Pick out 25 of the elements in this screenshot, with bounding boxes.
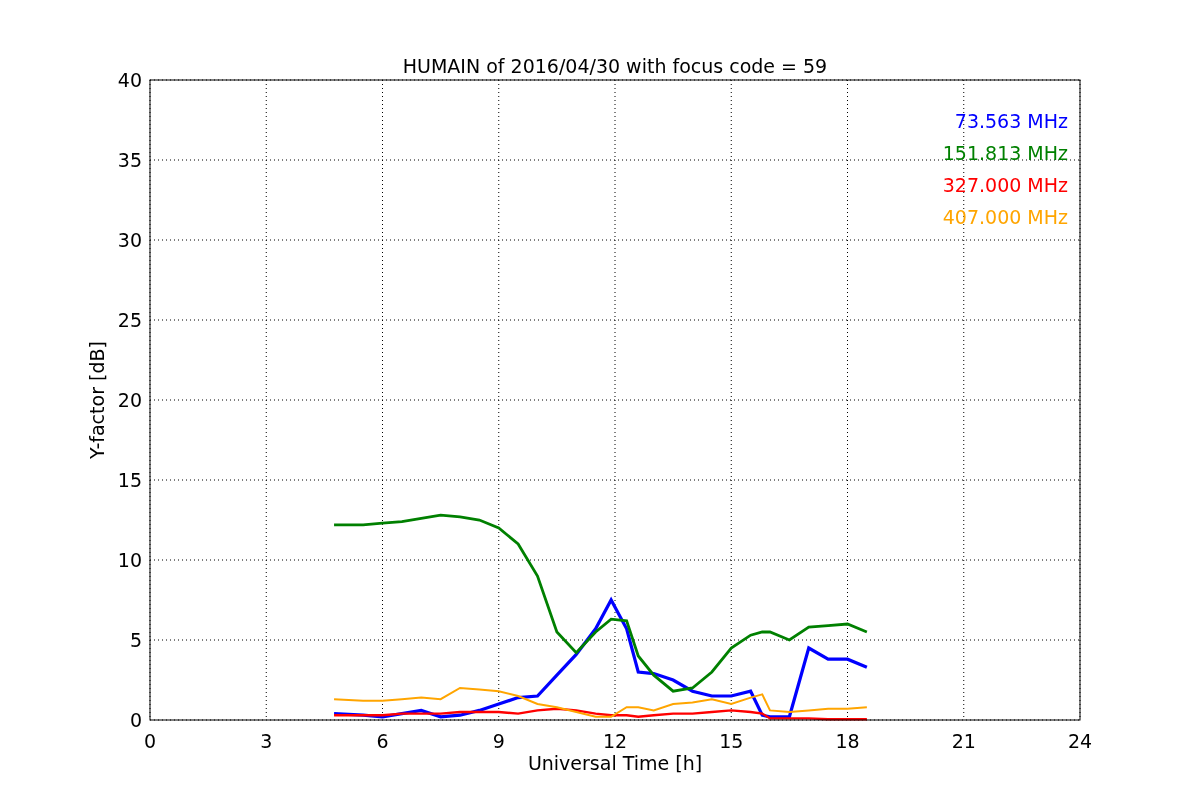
x-tick-label: 0: [143, 730, 157, 752]
y-tick-label: 30: [117, 229, 142, 251]
x-tick-label: 12: [602, 730, 628, 752]
y-tick-label: 5: [129, 629, 142, 651]
y-axis-label: Y-factor [dB]: [86, 341, 108, 459]
chart-title: HUMAIN of 2016/04/30 with focus code = 59: [402, 55, 828, 77]
legend-label: 151.813 MHz: [942, 142, 1068, 164]
x-tick-label: 6: [376, 730, 389, 752]
x-tick-label: 9: [492, 730, 505, 752]
y-tick-label: 0: [129, 709, 142, 731]
y-tick-label: 15: [117, 469, 142, 491]
y-tick-label: 35: [117, 149, 142, 171]
x-tick-label: 24: [1067, 730, 1093, 752]
y-tick-label: 40: [117, 69, 142, 91]
y-tick-label: 20: [117, 389, 142, 411]
y-tick-label: 10: [117, 549, 142, 571]
x-tick-label: 3: [260, 730, 273, 752]
x-tick-label: 18: [835, 730, 860, 752]
x-tick-label: 21: [951, 730, 976, 752]
y-tick-label: 25: [117, 309, 142, 331]
legend-label: 407.000 MHz: [942, 206, 1068, 228]
legend-label: 327.000 MHz: [942, 174, 1068, 196]
legend-label: 73.563 MHz: [954, 110, 1068, 132]
x-tick-label: 15: [719, 730, 744, 752]
x-axis-label: Universal Time [h]: [527, 752, 703, 774]
